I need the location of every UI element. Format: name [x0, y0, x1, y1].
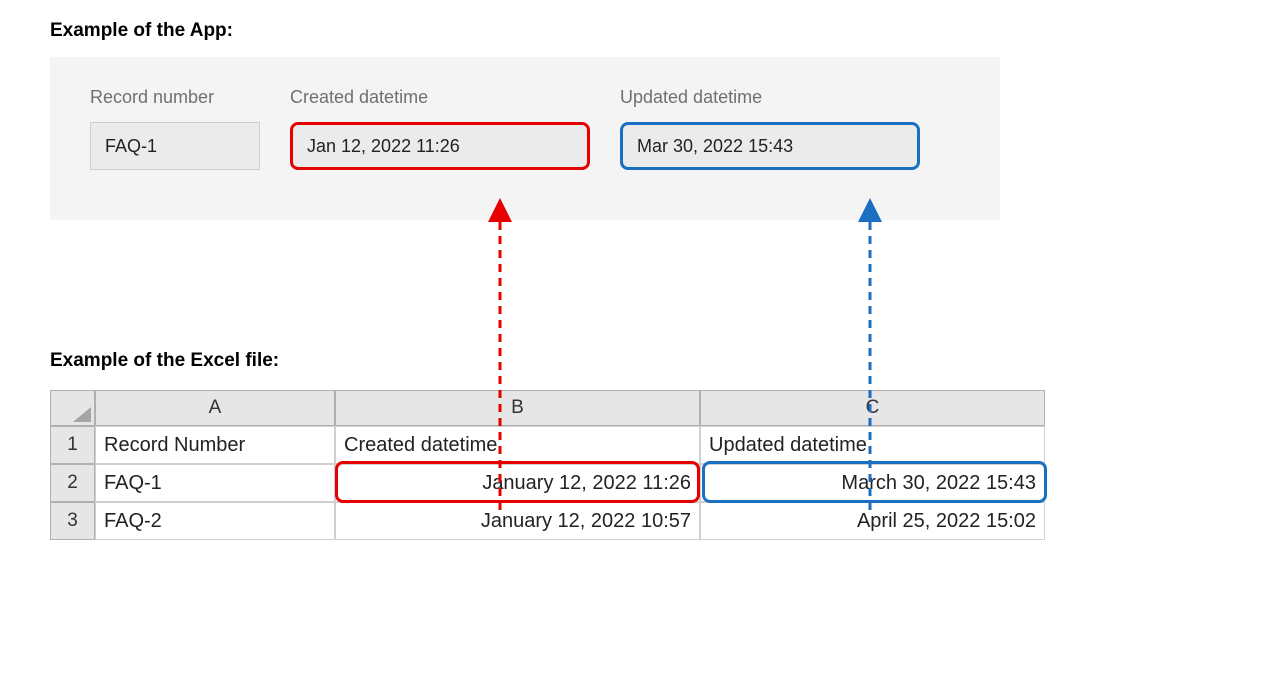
- excel-cell-c3[interactable]: April 25, 2022 15:02: [700, 502, 1045, 540]
- excel-cell-a2[interactable]: FAQ-1: [95, 464, 335, 502]
- app-header-updated: Updated datetime: [620, 87, 950, 108]
- app-header-row: Record number Created datetime Updated d…: [90, 87, 960, 108]
- excel-column-header-b[interactable]: B: [335, 390, 700, 426]
- excel-row-3: 3 FAQ-2 January 12, 2022 10:57 April 25,…: [50, 502, 1090, 540]
- excel-column-header-c[interactable]: C: [700, 390, 1045, 426]
- excel-row-1: 1 Record Number Created datetime Updated…: [50, 426, 1090, 464]
- app-example-heading: Example of the App:: [50, 20, 1230, 42]
- excel-cell-b3[interactable]: January 12, 2022 10:57: [335, 502, 700, 540]
- excel-grid: A B C 1 Record Number Created datetime U…: [50, 390, 1090, 540]
- excel-row-header-3[interactable]: 3: [50, 502, 95, 540]
- excel-column-header-row: A B C: [50, 390, 1090, 426]
- app-example-panel: Record number Created datetime Updated d…: [50, 57, 1000, 220]
- app-cell-created-highlighted: Jan 12, 2022 11:26: [290, 122, 590, 170]
- excel-cell-c2[interactable]: March 30, 2022 15:43: [700, 464, 1045, 502]
- excel-select-all-corner[interactable]: [50, 390, 95, 426]
- excel-row-2: 2 FAQ-1 January 12, 2022 11:26 March 30,…: [50, 464, 1090, 502]
- excel-container: A B C 1 Record Number Created datetime U…: [50, 390, 1230, 540]
- excel-row-header-2[interactable]: 2: [50, 464, 95, 502]
- excel-cell-b2[interactable]: January 12, 2022 11:26: [335, 464, 700, 502]
- excel-example-heading: Example of the Excel file:: [50, 350, 1230, 372]
- app-header-record-number: Record number: [90, 87, 290, 108]
- excel-cell-a3[interactable]: FAQ-2: [95, 502, 335, 540]
- excel-cell-a1[interactable]: Record Number: [95, 426, 335, 464]
- excel-cell-c1[interactable]: Updated datetime: [700, 426, 1045, 464]
- excel-row-header-1[interactable]: 1: [50, 426, 95, 464]
- app-cell-updated-highlighted: Mar 30, 2022 15:43: [620, 122, 920, 170]
- app-data-row: FAQ-1 Jan 12, 2022 11:26 Mar 30, 2022 15…: [90, 122, 960, 170]
- app-cell-record-number: FAQ-1: [90, 122, 260, 170]
- excel-column-header-a[interactable]: A: [95, 390, 335, 426]
- app-header-created: Created datetime: [290, 87, 620, 108]
- excel-cell-b1[interactable]: Created datetime: [335, 426, 700, 464]
